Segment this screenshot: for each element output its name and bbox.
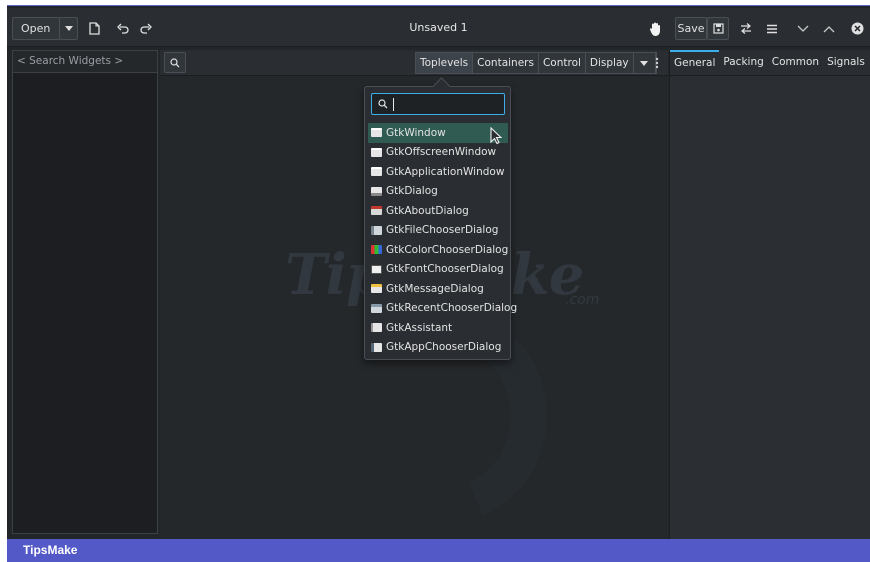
widget-list-item-label: GtkAssistant xyxy=(386,321,453,334)
widget-tree-pane: < Search Widgets > xyxy=(12,50,158,534)
save-as-icon xyxy=(712,23,724,34)
palette-search-button[interactable] xyxy=(164,52,186,73)
widget-list: GtkWindow GtkOffscreenWindow GtkApplicatio… xyxy=(368,123,517,358)
save-as-button[interactable] xyxy=(707,17,729,40)
widget-list-item-label: GtkOffscreenWindow xyxy=(386,146,497,159)
dialog-icon xyxy=(371,186,382,196)
widget-list-item-label: GtkWindow xyxy=(386,126,446,139)
redo-icon xyxy=(140,23,152,34)
save-button-label: Save xyxy=(677,22,705,35)
window-icon xyxy=(371,128,382,138)
new-project-button[interactable] xyxy=(84,17,104,40)
widget-list-item-label: GtkFileChooserDialog xyxy=(386,224,499,237)
search-icon xyxy=(170,57,180,67)
widget-list-item-label: GtkAboutDialog xyxy=(386,204,469,217)
search-widgets-input[interactable]: < Search Widgets > xyxy=(13,51,157,73)
widget-list-item-label: GtkMessageDialog xyxy=(386,282,484,295)
open-recent-dropdown[interactable] xyxy=(59,17,78,40)
save-button[interactable]: Save xyxy=(675,17,707,40)
widget-list-item[interactable]: GtkAssistant xyxy=(368,318,508,338)
palette-options-button[interactable] xyxy=(648,53,666,73)
widget-list-item-label: GtkApplicationWindow xyxy=(386,165,505,178)
properties-pane: General Packing Common Signals i xyxy=(669,50,870,539)
text-caret xyxy=(393,97,394,111)
properties-tabs: General Packing Common Signals i xyxy=(670,50,870,76)
tab-packing[interactable]: Packing xyxy=(719,50,767,75)
recent-chooser-icon xyxy=(371,303,382,313)
chevron-down-icon xyxy=(64,26,73,31)
kebab-menu-icon xyxy=(655,57,659,69)
widget-list-item[interactable]: GtkApplicationWindow xyxy=(368,162,508,182)
widget-list-item[interactable]: GtkWindow xyxy=(368,123,508,143)
window-icon xyxy=(371,147,382,157)
minimize-chevron-icon xyxy=(797,25,809,32)
open-button[interactable]: Open xyxy=(12,17,60,40)
widget-list-item[interactable]: GtkOffscreenWindow xyxy=(368,143,508,163)
close-icon xyxy=(851,22,863,35)
footer-bar: TipsMake xyxy=(7,539,870,562)
window-icon xyxy=(371,167,382,177)
assistant-icon xyxy=(371,323,382,333)
widget-list-item-label: GtkColorChooserDialog xyxy=(386,243,509,256)
widget-list-item[interactable]: GtkDialog xyxy=(368,182,508,202)
widget-list-item[interactable]: GtkFontChooserDialog xyxy=(368,260,508,280)
color-chooser-icon xyxy=(371,245,382,255)
palette-toolbar: Toplevels Containers Control Display xyxy=(160,50,668,76)
hand-icon xyxy=(649,22,660,36)
tab-signals[interactable]: Signals xyxy=(823,50,869,75)
widget-list-item-label: GtkRecentChooserDialog xyxy=(386,302,518,315)
popover-search-input[interactable] xyxy=(371,93,505,115)
font-chooser-icon xyxy=(371,264,382,274)
maximize-button[interactable] xyxy=(819,17,839,40)
search-icon xyxy=(378,99,388,109)
hamburger-menu-icon xyxy=(767,24,777,33)
widget-list-item-label: GtkAppChooserDialog xyxy=(386,341,502,354)
chevron-down-icon xyxy=(640,60,649,66)
tab-display[interactable]: Display xyxy=(586,53,634,73)
tab-toplevels[interactable]: Toplevels xyxy=(416,53,474,73)
swap-arrows-icon xyxy=(741,23,751,34)
message-dialog-icon xyxy=(371,284,382,294)
tab-control[interactable]: Control xyxy=(539,53,586,73)
widget-list-item-label: GtkFontChooserDialog xyxy=(386,263,504,276)
footer-brand: TipsMake xyxy=(23,543,78,557)
widget-list-item-label: GtkDialog xyxy=(386,185,438,198)
about-dialog-icon xyxy=(371,206,382,216)
close-button[interactable] xyxy=(847,17,867,40)
widget-list-item[interactable]: GtkRecentChooserDialog xyxy=(368,299,517,319)
header-bar: Open Unsaved 1 Save xyxy=(7,8,870,47)
file-chooser-icon xyxy=(371,225,382,235)
tab-containers[interactable]: Containers xyxy=(473,53,539,73)
swap-button[interactable] xyxy=(736,17,756,40)
open-button-label: Open xyxy=(21,22,51,35)
redo-button[interactable] xyxy=(136,17,156,40)
toplevels-popover: GtkWindow GtkOffscreenWindow GtkApplicatio… xyxy=(364,86,517,360)
new-file-icon xyxy=(88,22,100,35)
undo-button[interactable] xyxy=(113,17,133,40)
widget-list-item[interactable]: GtkMessageDialog xyxy=(368,279,508,299)
maximize-chevron-icon xyxy=(823,25,835,32)
palette-tabs: Toplevels Containers Control Display xyxy=(415,52,657,74)
undo-icon xyxy=(117,23,129,34)
glade-window: Open Unsaved 1 Save < Search Widgets > T… xyxy=(7,6,870,539)
app-chooser-icon xyxy=(371,342,382,352)
minimize-button[interactable] xyxy=(793,17,813,40)
drag-resize-mode-button[interactable] xyxy=(645,17,667,40)
tab-general[interactable]: General xyxy=(670,50,720,75)
widget-list-item[interactable]: GtkAppChooserDialog xyxy=(368,338,508,358)
main-menu-button[interactable] xyxy=(762,17,782,40)
widget-list-item[interactable]: GtkColorChooserDialog xyxy=(368,240,508,260)
tab-common[interactable]: Common xyxy=(768,50,823,75)
widget-list-item[interactable]: GtkAboutDialog xyxy=(368,201,508,221)
widget-list-item[interactable]: GtkFileChooserDialog xyxy=(368,221,508,241)
